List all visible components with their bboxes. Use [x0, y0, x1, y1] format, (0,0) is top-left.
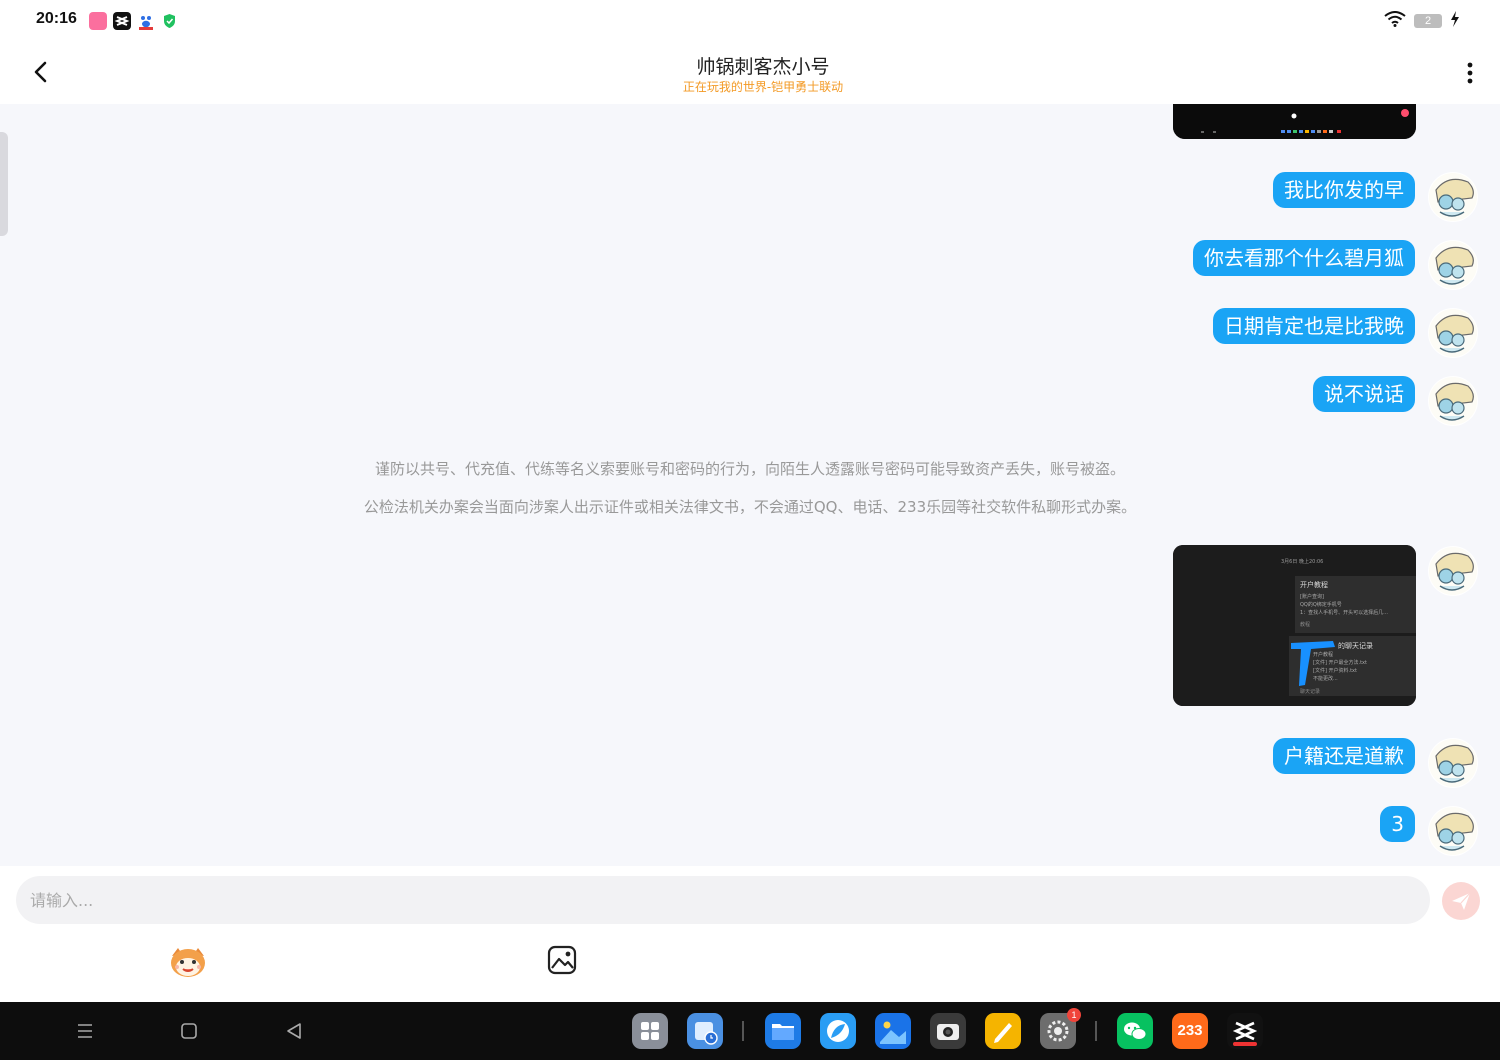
- scroll-handle[interactable]: [0, 132, 8, 236]
- capcut-icon: [113, 12, 131, 30]
- send-icon: [1452, 892, 1471, 910]
- baidu-icon: [137, 12, 155, 30]
- safety-notice-line: 公检法机关办案会当面向涉案人出示证件或相关法律文书，不会通过QQ、电话、233乐…: [363, 498, 1137, 516]
- screenshot-text: [文件] 开户资料.txt: [1313, 668, 1357, 674]
- back-key[interactable]: [281, 1018, 307, 1044]
- input-area: [0, 866, 1500, 1002]
- more-vertical-icon: [1467, 62, 1473, 84]
- screenshot-text: 教程: [1300, 622, 1311, 628]
- avatar[interactable]: [1428, 308, 1478, 358]
- notification-badge: 1: [1067, 1008, 1081, 1022]
- screenshot-text: 聊天记录: [1300, 689, 1321, 695]
- bilibili-icon: [89, 12, 107, 30]
- avatar[interactable]: [1428, 546, 1478, 596]
- more-button[interactable]: [1458, 58, 1482, 88]
- avatar[interactable]: [1428, 738, 1478, 788]
- screenshot-date: 3月6日 晚上20:06: [1281, 559, 1324, 565]
- screenshot-card-title: 的聊天记录: [1338, 642, 1373, 650]
- message-bubble[interactable]: 3: [1380, 806, 1415, 842]
- screenshot-text: 1：查找人手机号、开头可以选择后几...: [1300, 610, 1388, 616]
- home-key[interactable]: [176, 1018, 202, 1044]
- home-icon: [181, 1023, 197, 1039]
- capcut-icon[interactable]: [1227, 1013, 1263, 1049]
- avatar[interactable]: [1428, 806, 1478, 856]
- message-bubble[interactable]: 日期肯定也是比我晚: [1213, 308, 1415, 344]
- system-nav-bar: 1 233: [0, 1002, 1500, 1060]
- menu-key[interactable]: [72, 1018, 98, 1044]
- chat-status: 正在玩我的世界-铠甲勇士联动: [682, 80, 844, 94]
- image-button[interactable]: [546, 944, 578, 976]
- image-message[interactable]: 3月6日 晚上20:06 开户教程 [账户查询] QQ的Q绑定手机号 1：查找人…: [1173, 545, 1416, 706]
- chat-header: 帅锅刺客杰小号 正在玩我的世界-铠甲勇士联动: [0, 42, 1500, 104]
- safety-notice-line: 谨防以共号、代充值、代练等名义索要账号和密码的行为，向陌生人透露账号密码可能导致…: [374, 460, 1125, 478]
- screenshot-text: QQ的Q绑定手机号: [1300, 602, 1342, 608]
- screenshot-text: [账户查询]: [1300, 594, 1324, 600]
- gallery-icon[interactable]: [875, 1013, 911, 1049]
- message-bubble[interactable]: 户籍还是道歉: [1273, 738, 1415, 774]
- image-icon: [547, 945, 577, 975]
- security-shield-icon: [162, 12, 177, 30]
- status-bar: 20:16 2: [0, 0, 1500, 42]
- wechat-icon[interactable]: [1117, 1013, 1153, 1049]
- file-clock-icon[interactable]: [687, 1013, 723, 1049]
- chat-title: 帅锅刺客杰小号: [696, 56, 830, 78]
- message-bubble[interactable]: 说不说话: [1313, 376, 1415, 412]
- browser-icon[interactable]: [820, 1013, 856, 1049]
- emoji-icon: [171, 948, 205, 977]
- emoji-button[interactable]: [168, 944, 208, 980]
- screenshot-text: 开户教程: [1313, 652, 1334, 658]
- avatar[interactable]: [1428, 240, 1478, 290]
- menu-icon: [78, 1024, 92, 1038]
- screenshot-card-title: 开户教程: [1300, 581, 1328, 589]
- notes-icon[interactable]: [985, 1013, 1021, 1049]
- avatar[interactable]: [1428, 172, 1478, 222]
- camera-icon[interactable]: [930, 1013, 966, 1049]
- image-message[interactable]: [1173, 104, 1416, 139]
- dock-separator: [742, 1021, 744, 1041]
- message-bubble[interactable]: 我比你发的早: [1273, 172, 1415, 208]
- screenshot-text: 不能更改...: [1313, 676, 1338, 682]
- dock-separator: [1095, 1021, 1097, 1041]
- status-right-group: 2: [1384, 11, 1460, 31]
- charging-icon: [1450, 11, 1460, 31]
- chat-messages[interactable]: 我比你发的早 你去看那个什么碧月狐 日期肯定也是比我晚 说不说话 谨防以共号、代…: [0, 104, 1500, 866]
- message-input[interactable]: [16, 876, 1430, 924]
- settings-icon[interactable]: 1: [1040, 1008, 1081, 1049]
- battery-icon: 2: [1414, 14, 1442, 28]
- wifi-icon: [1384, 11, 1406, 31]
- back-icon: [287, 1023, 301, 1039]
- status-time: 20:16: [36, 10, 77, 27]
- app-drawer-icon[interactable]: [632, 1013, 668, 1049]
- 233-game-icon[interactable]: 233: [1172, 1013, 1208, 1049]
- avatar[interactable]: [1428, 376, 1478, 426]
- files-icon[interactable]: [765, 1013, 801, 1049]
- screenshot-text: [文件] 开户最全方法.txt: [1313, 660, 1367, 666]
- message-bubble[interactable]: 你去看那个什么碧月狐: [1193, 240, 1415, 276]
- send-button[interactable]: [1442, 882, 1480, 920]
